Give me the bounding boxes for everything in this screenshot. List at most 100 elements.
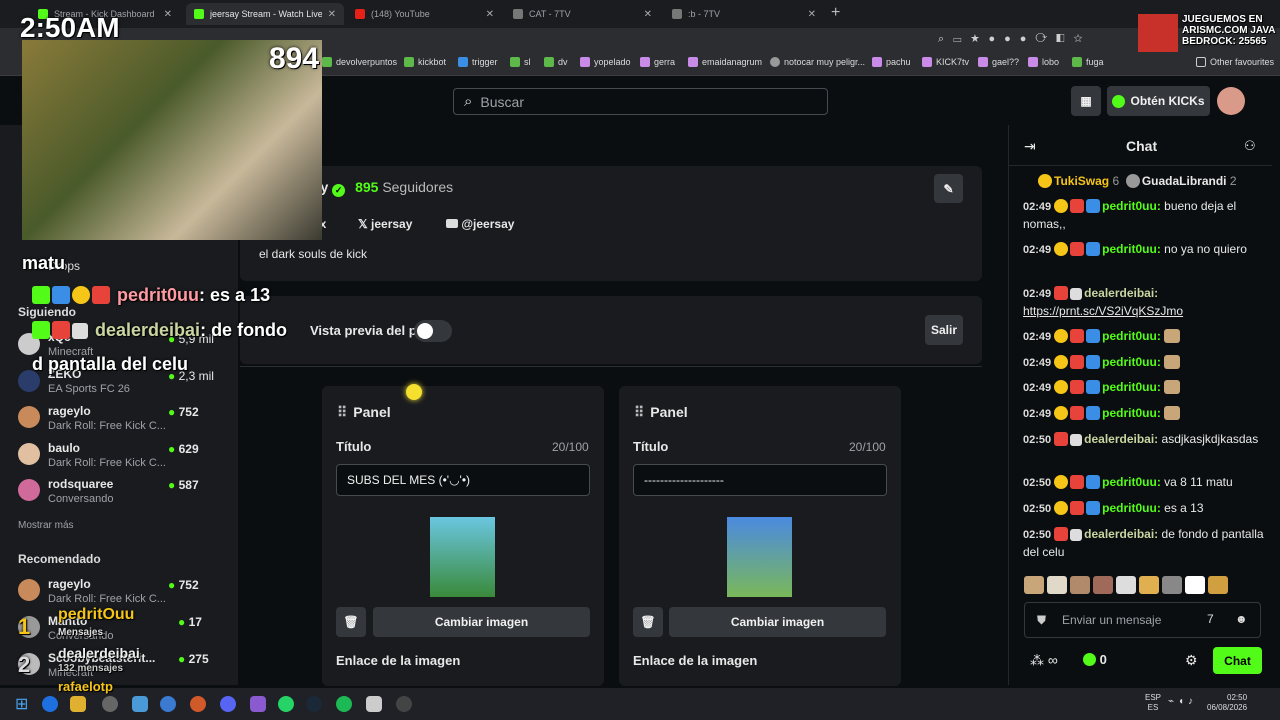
- message-user[interactable]: pedrit0uu: [1102, 355, 1157, 369]
- kicks-balance[interactable]: 0: [1083, 652, 1107, 667]
- delete-image-button[interactable]: 🗑: [336, 607, 366, 637]
- send-chat-button[interactable]: Chat: [1213, 647, 1262, 674]
- edit-profile-button[interactable]: ✎: [934, 174, 963, 203]
- message-user[interactable]: pedrit0uu: [1102, 242, 1157, 256]
- change-image-button[interactable]: Cambiar imagen: [669, 607, 886, 637]
- chat-input[interactable]: ⛊ Enviar un mensaje 7 ☻: [1024, 602, 1261, 638]
- bookmark[interactable]: kickbot: [404, 57, 446, 67]
- close-icon[interactable]: ✕: [644, 9, 652, 20]
- system-tray-icons[interactable]: ⌁◖♪: [1168, 696, 1197, 707]
- emote[interactable]: [1093, 576, 1113, 594]
- preview-toggle[interactable]: [414, 320, 452, 342]
- bookmark[interactable]: pachu: [872, 57, 911, 67]
- bookmark[interactable]: KICK7tv: [922, 57, 969, 67]
- panel-title-input[interactable]: SUBS DEL MES (•'◡'•): [336, 464, 590, 496]
- bookmark[interactable]: sl: [510, 57, 531, 67]
- drag-handle-icon[interactable]: ⠿: [337, 404, 347, 420]
- message-user[interactable]: pedrit0uu: [1102, 501, 1157, 515]
- recommended-title: Recomendado: [18, 552, 101, 566]
- 7tv-icon[interactable]: 7: [1207, 612, 1214, 626]
- bookmark[interactable]: notocar muy peligr...: [770, 57, 865, 67]
- message-user[interactable]: pedrit0uu: [1102, 329, 1157, 343]
- message-user[interactable]: dealerdeibai: [1084, 432, 1154, 446]
- folder-icon[interactable]: [70, 696, 86, 712]
- gifter-badge-icon: [1070, 475, 1085, 489]
- emote[interactable]: [1070, 576, 1090, 594]
- input-language[interactable]: ESP ES: [1145, 693, 1161, 713]
- bookmark[interactable]: fuga: [1072, 57, 1104, 67]
- emoji-icon[interactable]: ☻: [1235, 612, 1248, 626]
- browser-toolbar-icons[interactable]: ⌕▭★●●●⟳◧☆: [938, 33, 1092, 46]
- chat-users-icon[interactable]: ⚇: [1244, 138, 1256, 154]
- message-user[interactable]: pedrit0uu: [1102, 406, 1157, 420]
- app-icon[interactable]: [160, 696, 176, 712]
- dashboard-button[interactable]: ▦: [1071, 86, 1101, 116]
- search-input[interactable]: ⌕ Buscar: [453, 88, 828, 115]
- app-icon[interactable]: [102, 696, 118, 712]
- browser-tab[interactable]: (148) YouTube ✕: [347, 3, 502, 25]
- emote[interactable]: [1208, 576, 1228, 594]
- spotify-icon[interactable]: [336, 696, 352, 712]
- app-icon[interactable]: [366, 696, 382, 712]
- message-user[interactable]: pedrit0uu: [1102, 475, 1157, 489]
- browser-tab[interactable]: CAT - 7TV ✕: [505, 3, 660, 25]
- bookmark[interactable]: lobo: [1028, 57, 1059, 67]
- sidebar-item-channel[interactable]: rageylo Dark Roll: Free Kick C... ● 752: [18, 404, 238, 440]
- bookmark[interactable]: dv: [544, 57, 568, 67]
- emote: [1164, 355, 1181, 369]
- close-icon[interactable]: ✕: [328, 9, 336, 20]
- bookmark[interactable]: devolverpuntos: [322, 57, 397, 67]
- edge-icon[interactable]: [42, 696, 58, 712]
- change-image-button[interactable]: Cambiar imagen: [373, 607, 590, 637]
- close-icon[interactable]: ✕: [808, 9, 816, 20]
- settings-gear-icon[interactable]: ⚙: [1185, 652, 1198, 669]
- show-more-link[interactable]: Mostrar más: [18, 520, 74, 531]
- bookmark-folder[interactable]: Other favourites: [1196, 57, 1274, 67]
- bookmark[interactable]: gerra: [640, 57, 675, 67]
- avatar[interactable]: [1217, 87, 1245, 115]
- emote[interactable]: [1162, 576, 1182, 594]
- message-user[interactable]: dealerdeibai: [1084, 286, 1154, 300]
- taskbar-clock[interactable]: 02:50 06/08/2026: [1207, 693, 1247, 713]
- browser-tab[interactable]: :b - 7TV ✕: [664, 3, 824, 25]
- close-icon[interactable]: ✕: [486, 9, 494, 20]
- channel-points[interactable]: ⁂ ∞: [1030, 652, 1058, 669]
- bookmark[interactable]: trigger: [458, 57, 498, 67]
- app-icon[interactable]: [190, 696, 206, 712]
- steam-icon[interactable]: [306, 696, 322, 712]
- emote[interactable]: [1116, 576, 1136, 594]
- sidebar-item-channel[interactable]: baulo Dark Roll: Free Kick C... ● 629: [18, 441, 238, 477]
- social-link-youtube[interactable]: @jeersay: [446, 217, 514, 231]
- get-kicks-button[interactable]: Obtén KICKs: [1107, 86, 1210, 116]
- bookmark[interactable]: yopelado: [580, 57, 631, 67]
- exit-button[interactable]: Salir: [925, 315, 963, 345]
- bookmark-label: trigger: [472, 57, 498, 67]
- message-user[interactable]: dealerdeibai: [1084, 527, 1154, 541]
- bookmark[interactable]: emaidanagrum: [688, 57, 762, 67]
- discord-icon[interactable]: [220, 696, 236, 712]
- social-link-x[interactable]: 𝕏 jeersay: [358, 217, 412, 231]
- windows-start-icon[interactable]: ⊞: [15, 694, 28, 714]
- new-tab-button[interactable]: +: [831, 4, 840, 22]
- leaderboard-user: dealerdeibai: [58, 645, 140, 661]
- obs-icon[interactable]: [396, 696, 412, 712]
- panel-title-input[interactable]: --------------------: [633, 464, 887, 496]
- bookmark[interactable]: gael??: [978, 57, 1019, 67]
- message-link[interactable]: https://prnt.sc/VS2iVqKSzJmo: [1023, 304, 1183, 318]
- collapse-chat-icon[interactable]: ⇥: [1024, 138, 1036, 155]
- emote[interactable]: [1185, 576, 1205, 594]
- emote[interactable]: [1047, 576, 1067, 594]
- app-icon[interactable]: [250, 696, 266, 712]
- browser-tab-active[interactable]: jeersay Stream - Watch Live on Kick ✕: [186, 3, 344, 25]
- message-user[interactable]: pedrit0uu: [1102, 199, 1157, 213]
- emote[interactable]: [1139, 576, 1159, 594]
- sidebar-item-channel[interactable]: rodsquaree Conversando ● 587: [18, 477, 238, 513]
- emote[interactable]: [1024, 576, 1044, 594]
- message-user[interactable]: pedrit0uu: [1102, 380, 1157, 394]
- close-icon[interactable]: ✕: [164, 9, 172, 20]
- app-icon[interactable]: [132, 696, 148, 712]
- delete-image-button[interactable]: 🗑: [633, 607, 663, 637]
- divider: [1008, 165, 1272, 166]
- drag-handle-icon[interactable]: ⠿: [634, 404, 644, 420]
- whatsapp-icon[interactable]: [278, 696, 294, 712]
